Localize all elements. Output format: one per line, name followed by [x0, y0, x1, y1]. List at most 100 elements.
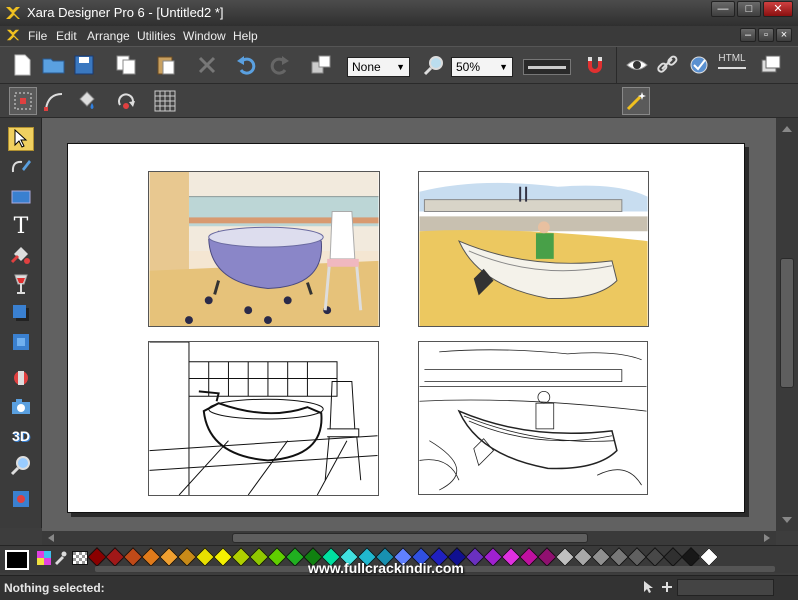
palette-swatch[interactable]	[231, 547, 251, 567]
scroll-right-arrow-icon[interactable]	[762, 533, 772, 543]
bathroom-illustration-color[interactable]	[148, 171, 380, 327]
doc-restore-button[interactable]: ▫	[758, 28, 774, 42]
delete-button[interactable]	[193, 51, 221, 79]
export-html-button[interactable]: HTML	[714, 53, 750, 79]
menu-window[interactable]: Window	[183, 29, 226, 43]
palette-swatch[interactable]	[681, 547, 701, 567]
palette-swatch[interactable]	[123, 547, 143, 567]
rectangle-tool[interactable]	[8, 185, 34, 209]
palette-swatch[interactable]	[141, 547, 161, 567]
blend-tool[interactable]	[8, 366, 34, 390]
palette-swatch[interactable]	[177, 547, 197, 567]
photo-tool[interactable]	[8, 395, 34, 419]
transparency-tool[interactable]	[8, 272, 34, 296]
fill-tool[interactable]	[8, 243, 34, 267]
zoom-combo[interactable]: 50% ▼	[451, 57, 513, 77]
maximize-button[interactable]: □	[737, 1, 761, 17]
palette-swatch[interactable]	[249, 547, 269, 567]
bring-forward-button[interactable]	[307, 51, 335, 79]
palette-swatch[interactable]	[699, 547, 719, 567]
new-document-button[interactable]	[8, 51, 36, 79]
save-button[interactable]	[70, 51, 98, 79]
boat-illustration-outline[interactable]	[418, 341, 648, 495]
bathroom-illustration-outline[interactable]	[148, 341, 379, 496]
shape-editor-tool[interactable]	[8, 156, 34, 180]
palette-swatch[interactable]	[627, 547, 647, 567]
extrude-3d-tool[interactable]: 3D	[8, 424, 34, 448]
palette-swatch[interactable]	[591, 547, 611, 567]
menu-edit[interactable]: Edit	[56, 29, 77, 43]
save-icon	[74, 55, 94, 75]
preview-button[interactable]	[623, 51, 651, 79]
fill-bucket-button[interactable]	[72, 87, 100, 115]
horizontal-scroll-thumb[interactable]	[232, 533, 588, 543]
vertical-scroll-thumb[interactable]	[780, 258, 794, 388]
text-tool[interactable]: T	[8, 214, 34, 239]
color-picker-icon[interactable]	[37, 551, 51, 565]
boat-illustration-color[interactable]	[418, 171, 649, 327]
eyedropper-icon[interactable]	[53, 551, 67, 565]
undo-button[interactable]	[233, 51, 261, 79]
palette-swatch[interactable]	[609, 547, 629, 567]
palette-swatch[interactable]	[285, 547, 305, 567]
status-bar: Nothing selected:	[0, 575, 798, 600]
zoom-tool[interactable]	[8, 453, 34, 477]
scroll-up-arrow-icon[interactable]	[780, 124, 794, 134]
palette-swatch[interactable]	[87, 547, 107, 567]
web-link-button[interactable]	[654, 51, 682, 79]
minimize-button[interactable]: —	[711, 1, 735, 17]
snap-button[interactable]	[581, 51, 609, 79]
redo-button[interactable]	[265, 51, 293, 79]
palette-swatch[interactable]	[573, 547, 593, 567]
palette-swatch[interactable]	[267, 547, 287, 567]
window-tiles-button[interactable]	[757, 51, 785, 79]
horizontal-scrollbar[interactable]	[42, 531, 776, 545]
open-button[interactable]	[40, 51, 68, 79]
palette-swatch[interactable]	[645, 547, 665, 567]
blend-icon	[14, 371, 28, 385]
fill-combo[interactable]: None ▼	[347, 57, 410, 77]
current-color-swatch[interactable]	[5, 550, 29, 570]
selector-tool[interactable]	[8, 127, 34, 151]
title-bar: Xara Designer Pro 6 - [Untitled2 *] — □ …	[0, 0, 798, 26]
menu-arrange[interactable]: Arrange	[87, 29, 130, 43]
doc-minimize-button[interactable]: –	[740, 28, 756, 42]
scroll-left-arrow-icon[interactable]	[46, 533, 56, 543]
menu-file[interactable]: File	[28, 29, 47, 43]
document-icon[interactable]	[6, 28, 20, 42]
menu-utilities[interactable]: Utilities	[137, 29, 176, 43]
magic-wand-button[interactable]	[622, 87, 650, 115]
palette-swatch[interactable]	[537, 547, 557, 567]
palette-swatch[interactable]	[105, 547, 125, 567]
line-width-control[interactable]	[523, 59, 571, 75]
palette-swatch[interactable]	[501, 547, 521, 567]
zoom-tool-button[interactable]	[420, 51, 448, 79]
grid-button[interactable]	[151, 87, 179, 115]
palette-swatch[interactable]	[483, 547, 503, 567]
select-inside-button[interactable]	[9, 87, 37, 115]
palette-swatch[interactable]	[663, 547, 683, 567]
bevel-tool[interactable]	[8, 330, 34, 354]
snap-mode-icon[interactable]	[660, 580, 674, 594]
palette-swatch[interactable]	[159, 547, 179, 567]
web-check-button[interactable]	[685, 51, 713, 79]
vertical-scrollbar[interactable]	[776, 118, 798, 531]
html-underline	[718, 67, 746, 69]
close-button[interactable]: ✕	[763, 1, 793, 17]
edit-points-button[interactable]	[40, 87, 68, 115]
palette-swatch[interactable]	[195, 547, 215, 567]
palette-swatch[interactable]	[465, 547, 485, 567]
palette-swatch[interactable]	[213, 547, 233, 567]
live-effects-tool[interactable]	[8, 487, 34, 511]
palette-swatch[interactable]	[555, 547, 575, 567]
palette-swatch[interactable]	[519, 547, 539, 567]
doc-close-button[interactable]: ×	[776, 28, 792, 42]
shadow-tool[interactable]	[8, 301, 34, 325]
paste-button[interactable]	[152, 51, 180, 79]
copy-button[interactable]	[112, 51, 140, 79]
no-color-swatch[interactable]	[72, 551, 88, 565]
scroll-down-arrow-icon[interactable]	[780, 515, 794, 525]
menu-help[interactable]: Help	[233, 29, 258, 43]
pointer-mode-icon[interactable]	[642, 580, 656, 594]
rotate-button[interactable]	[112, 87, 140, 115]
